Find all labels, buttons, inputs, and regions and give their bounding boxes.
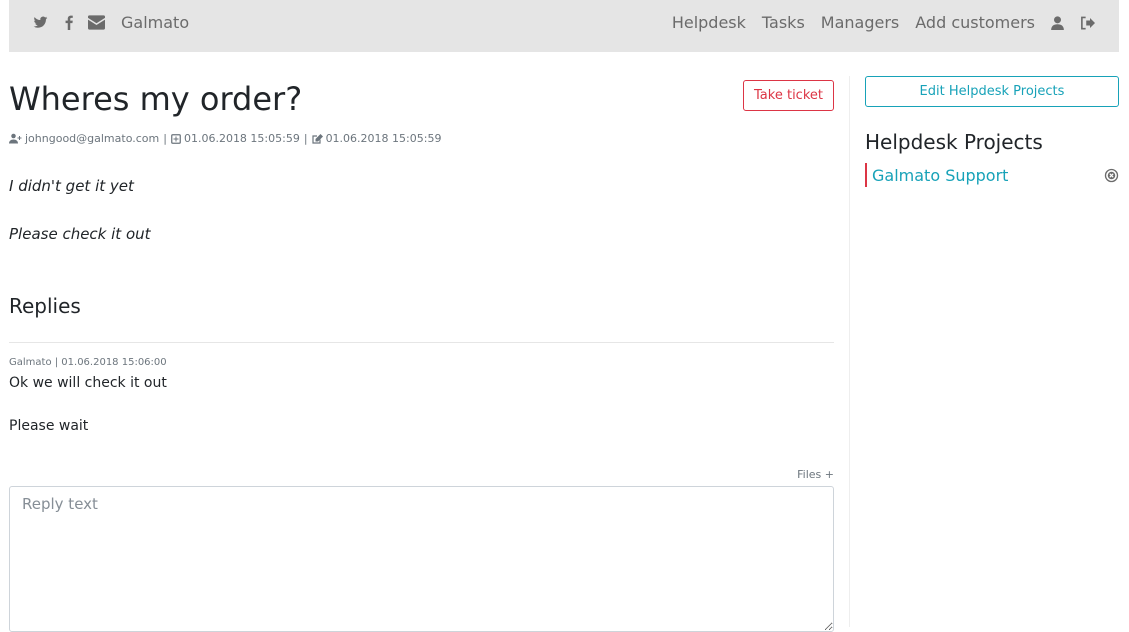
- ticket-created-date: 01.06.2018 15:05:59: [183, 132, 300, 145]
- reply-meta: Galmato | 01.06.2018 15:06:00: [9, 357, 167, 368]
- ticket-body-line: I didn't get it yet: [9, 177, 134, 195]
- remove-circle-icon[interactable]: [1104, 168, 1119, 183]
- reply-textarea[interactable]: [9, 486, 834, 632]
- ticket-edited-date: 01.06.2018 15:05:59: [325, 132, 442, 145]
- top-navbar: Galmato Helpdesk Tasks Managers Add cust…: [9, 0, 1119, 52]
- sidebar-divider: [849, 76, 850, 627]
- edit-icon: [311, 133, 323, 144]
- ticket-title: Wheres my order?: [9, 80, 303, 118]
- meta-separator: |: [163, 132, 167, 145]
- ticket-body-line: Please check it out: [9, 225, 151, 243]
- replies-divider: [9, 342, 834, 343]
- project-name[interactable]: Galmato Support: [872, 166, 1008, 185]
- nav-link-managers[interactable]: Managers: [821, 13, 899, 32]
- projects-heading: Helpdesk Projects: [865, 130, 1043, 154]
- nav-link-helpdesk[interactable]: Helpdesk: [672, 13, 746, 32]
- project-item[interactable]: Galmato Support: [865, 163, 1119, 187]
- reply-text-line: Ok we will check it out: [9, 375, 167, 391]
- reply-text-line: Please wait: [9, 418, 89, 434]
- active-indicator: [865, 163, 867, 187]
- ticket-email: johngood@galmato.com: [25, 132, 160, 145]
- plus-square-icon: [171, 133, 181, 144]
- ticket-meta: johngood@galmato.com | 01.06.2018 15:05:…: [9, 132, 441, 145]
- user-icon[interactable]: [1051, 15, 1064, 30]
- envelope-icon[interactable]: [88, 15, 105, 34]
- brand-link[interactable]: Galmato: [121, 13, 189, 32]
- nav-link-add-customers[interactable]: Add customers: [915, 13, 1035, 32]
- add-files-link[interactable]: Files +: [797, 468, 834, 481]
- nav-menu: Helpdesk Tasks Managers Add customers: [672, 13, 1095, 32]
- user-plus-icon: [9, 133, 22, 144]
- meta-separator: |: [303, 132, 308, 145]
- sign-out-icon[interactable]: [1080, 16, 1095, 30]
- nav-link-tasks[interactable]: Tasks: [762, 13, 805, 32]
- twitter-icon[interactable]: [33, 15, 48, 34]
- take-ticket-button[interactable]: Take ticket: [743, 80, 834, 111]
- replies-heading: Replies: [9, 294, 81, 318]
- facebook-icon[interactable]: [64, 15, 74, 34]
- edit-projects-button[interactable]: Edit Helpdesk Projects: [865, 76, 1119, 107]
